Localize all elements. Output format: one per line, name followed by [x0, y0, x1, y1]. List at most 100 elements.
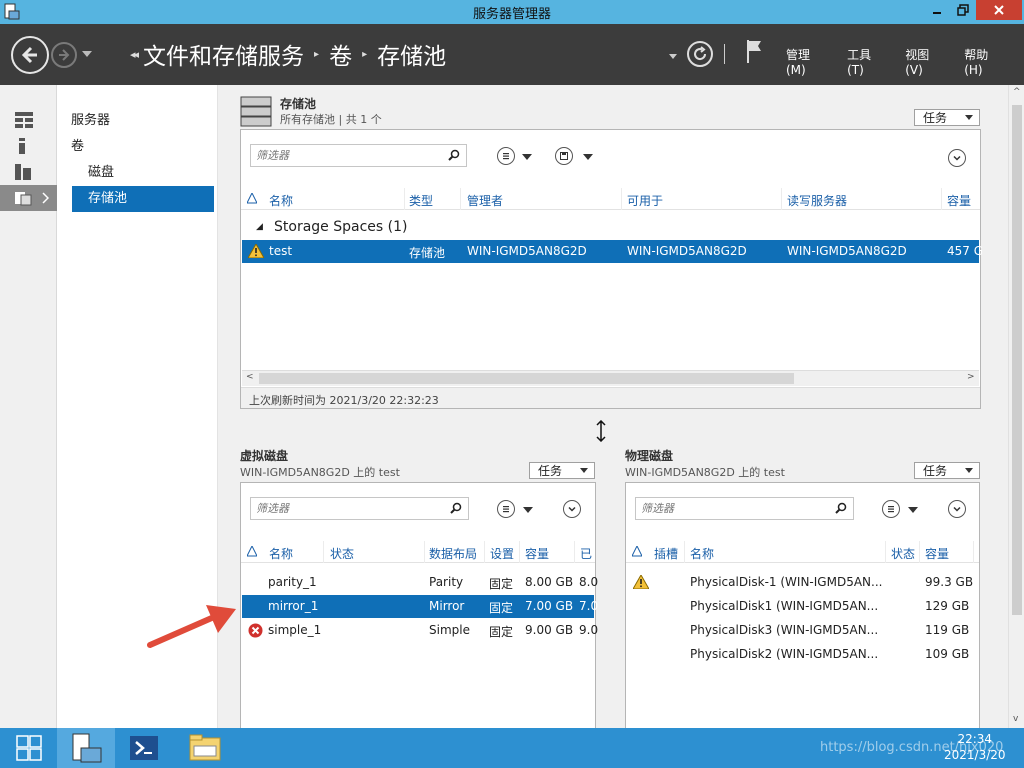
maximize-button[interactable]	[950, 0, 976, 20]
system-clock[interactable]: 22:34 2021/3/20	[944, 731, 1006, 763]
col-capacity[interactable]: 容量	[925, 545, 949, 562]
strip-local-server[interactable]	[0, 133, 57, 159]
start-button[interactable]	[0, 728, 58, 768]
expand-collapse-button[interactable]	[948, 500, 966, 518]
taskbar-server-manager[interactable]	[57, 728, 115, 768]
cell-setting: 固定	[489, 577, 514, 591]
storage-pools-tasks-button[interactable]: 任务	[914, 109, 980, 126]
save-query-button[interactable]	[555, 147, 573, 165]
cell-capacity: 109 GB	[925, 647, 970, 661]
strip-file-storage[interactable]	[0, 185, 57, 211]
breadcrumb-item[interactable]: 卷	[329, 37, 352, 71]
view-options-dropdown-icon[interactable]	[523, 507, 533, 513]
view-options-dropdown-icon[interactable]	[522, 154, 532, 160]
col-capacity[interactable]: 容量	[947, 192, 971, 209]
powershell-icon	[130, 736, 158, 760]
table-row[interactable]: mirror_1 Mirror 固定 7.00 GB 7.0	[242, 595, 598, 618]
col-managed-by[interactable]: 管理者	[467, 192, 503, 209]
breadcrumb-item[interactable]: 文件和存储服务	[143, 37, 304, 71]
vertical-scrollbar[interactable]: ^ v	[1008, 85, 1024, 728]
save-query-dropdown-icon[interactable]	[583, 154, 593, 160]
physical-disks-tasks-button[interactable]: 任务	[914, 462, 980, 479]
scrollbar-thumb[interactable]	[259, 373, 794, 384]
navigation-header: ◂◂ 文件和存储服务 ▸ 卷 ▸ 存储池 管理(M) 工具(T) 视图(V) 帮…	[0, 24, 1024, 85]
virtual-disks-filter-input[interactable]: 筛选器	[250, 497, 469, 520]
secnav-item-disks[interactable]: 磁盘	[88, 160, 114, 186]
scrollbar-thumb[interactable]	[1012, 105, 1022, 615]
physical-disks-filter-input[interactable]: 筛选器	[635, 497, 854, 520]
col-available-to[interactable]: 可用于	[627, 192, 663, 209]
notification-flag-icon[interactable]	[745, 38, 765, 64]
breadcrumb-overflow-icon[interactable]: ◂◂	[130, 48, 139, 61]
breadcrumb-item[interactable]: 存储池	[377, 37, 446, 71]
view-options-button[interactable]	[497, 500, 515, 518]
col-layout[interactable]: 数据布局	[429, 545, 477, 562]
table-row[interactable]: PhysicalDisk1 (WIN-IGMD5AN... 129 GB	[627, 595, 978, 618]
table-row[interactable]: PhysicalDisk3 (WIN-IGMD5AN... 119 GB	[627, 619, 978, 642]
taskbar-powershell[interactable]	[115, 728, 173, 768]
taskbar-file-explorer[interactable]	[176, 728, 234, 768]
forward-button[interactable]	[51, 42, 77, 68]
scroll-left-icon[interactable]: <	[246, 372, 254, 382]
cell-capacity: 7.00 GB	[525, 599, 574, 613]
menu-help[interactable]: 帮助(H)	[964, 46, 1005, 77]
col-status[interactable]: 状态	[891, 545, 915, 562]
breadcrumb: ◂◂ 文件和存储服务 ▸ 卷 ▸ 存储池	[130, 38, 446, 70]
expand-collapse-button[interactable]	[563, 500, 581, 518]
restore-icon	[957, 4, 969, 16]
splitter-resize-icon[interactable]	[596, 420, 606, 442]
scroll-right-icon[interactable]: >	[967, 372, 975, 382]
col-status[interactable]: 状态	[330, 545, 354, 562]
search-icon	[448, 149, 460, 161]
col-name[interactable]: 名称	[690, 545, 714, 562]
storage-pools-filter-input[interactable]: 筛选器	[250, 144, 467, 167]
scroll-down-icon[interactable]: v	[1013, 714, 1018, 724]
history-dropdown-icon[interactable]	[82, 51, 92, 57]
view-options-button[interactable]	[497, 147, 515, 165]
cell-name: parity_1	[268, 575, 317, 589]
horizontal-scrollbar[interactable]: < >	[242, 370, 979, 386]
secnav-item-servers[interactable]: 服务器	[71, 108, 110, 134]
menu-view[interactable]: 视图(V)	[905, 46, 945, 77]
secnav-item-storage-pools[interactable]: 存储池	[72, 186, 214, 212]
view-options-dropdown-icon[interactable]	[908, 507, 918, 513]
refresh-button[interactable]	[687, 41, 713, 67]
cell-capacity: 129 GB	[925, 599, 970, 613]
chevron-down-icon	[568, 506, 576, 512]
col-slot[interactable]: 插槽	[654, 545, 678, 562]
back-button[interactable]	[11, 36, 49, 74]
strip-dashboard[interactable]	[0, 107, 57, 133]
col-capacity[interactable]: 容量	[525, 545, 549, 562]
virtual-disks-title: 虚拟磁盘	[240, 449, 289, 463]
menu-tools[interactable]: 工具(T)	[847, 46, 886, 77]
close-button[interactable]	[976, 0, 1022, 20]
col-name[interactable]: 名称	[269, 192, 293, 209]
col-rw-server[interactable]: 读写服务器	[787, 192, 847, 209]
cell-name: PhysicalDisk2 (WIN-IGMD5AN...	[690, 647, 879, 661]
col-allocated[interactable]: 已	[580, 545, 592, 562]
breadcrumb-dropdown-icon[interactable]	[669, 54, 677, 59]
col-setting[interactable]: 设置	[490, 545, 514, 562]
virtual-disks-tasks-button[interactable]: 任务	[529, 462, 595, 479]
taskbar: https://blog.csdn.net/hjx020 22:34 2021/…	[0, 728, 1024, 768]
cell-allocated: 7.0	[579, 599, 599, 613]
strip-all-servers[interactable]	[0, 159, 57, 185]
table-row[interactable]: test 存储池 WIN-IGMD5AN8G2D WIN-IGMD5AN8G2D…	[242, 240, 983, 263]
table-row[interactable]: PhysicalDisk-1 (WIN-IGMD5AN... 99.3 GB	[627, 571, 978, 594]
table-row[interactable]: simple_1 Simple 固定 9.00 GB 9.0	[242, 619, 598, 642]
scroll-up-icon[interactable]: ^	[1013, 87, 1021, 97]
table-row[interactable]: PhysicalDisk2 (WIN-IGMD5AN... 109 GB	[627, 643, 978, 666]
expand-collapse-button[interactable]	[948, 149, 966, 167]
menu-manage[interactable]: 管理(M)	[786, 46, 828, 77]
col-type[interactable]: 类型	[409, 192, 433, 209]
collapse-triangle-icon[interactable]: ◢	[256, 222, 263, 232]
cell-layout: Parity	[429, 575, 464, 589]
table-row[interactable]: parity_1 Parity 固定 8.00 GB 8.0	[242, 571, 598, 594]
warning-column-icon	[247, 546, 257, 557]
view-options-button[interactable]	[882, 500, 900, 518]
content-area: 存储池 所有存储池 | 共 1 个 任务 筛选器 名称 类型 管理者 可用于 读…	[218, 85, 1008, 728]
col-name[interactable]: 名称	[269, 545, 293, 562]
secnav-item-volumes[interactable]: 卷	[71, 134, 84, 160]
group-row[interactable]: ◢ Storage Spaces (1)	[241, 216, 980, 239]
minimize-button[interactable]	[924, 0, 950, 20]
